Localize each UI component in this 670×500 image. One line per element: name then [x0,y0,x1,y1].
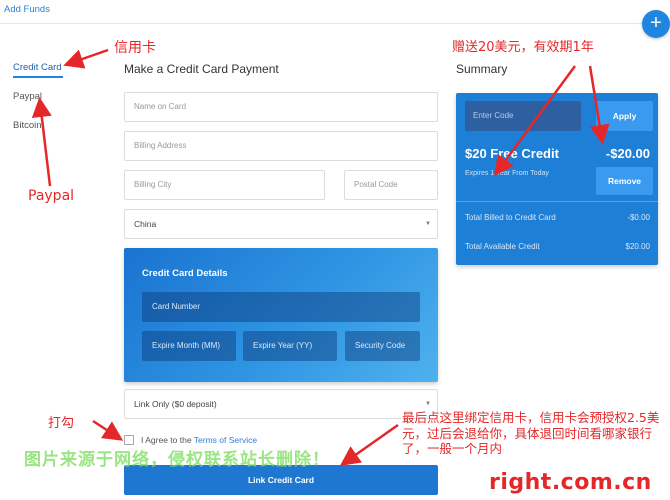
billing-city-input[interactable]: Billing City [124,170,325,200]
arrow-credit-card [63,48,109,69]
country-select-value: China [134,219,157,229]
sidebar-item-credit-card[interactable]: Credit Card [13,62,62,73]
arrow-paypal [31,97,52,187]
credit-expiry-text: Expires 1 Year From Today [465,170,549,177]
country-select[interactable]: China ▼ [124,209,438,239]
total-available-label: Total Available Credit [465,242,540,251]
sidebar-item-bitcoin[interactable]: Bitcoin [13,120,42,131]
arrow-checkbox [92,419,124,441]
card-number-input[interactable]: Card Number [142,292,420,322]
chevron-down-icon: ▼ [425,221,431,227]
card-details-title: Credit Card Details [142,268,228,279]
summary-divider [456,201,658,202]
security-code-input[interactable]: Security Code [345,331,420,361]
annotation-submit-note: 最后点这里绑定信用卡，信用卡会预授权2.5美元，过后会退给你，具体退回时间看哪家… [402,410,660,457]
credit-card-details-panel: Credit Card Details Card Number Expire M… [124,248,438,382]
arrow-submit [339,423,399,466]
free-credit-title: $20 Free Credit [465,146,559,161]
active-tab-indicator [13,76,63,78]
name-on-card-input[interactable]: Name on Card [124,92,438,122]
tab-add-funds[interactable]: Add Funds [4,4,50,15]
terms-of-service-link[interactable]: Terms of Service [194,435,257,445]
annotation-paypal: Paypal [28,188,75,204]
total-billed-value: -$0.00 [627,213,650,222]
deposit-select[interactable]: Link Only ($0 deposit) ▼ [124,389,438,419]
total-available-value: $20.00 [625,242,650,251]
form-title: Make a Credit Card Payment [124,62,279,76]
sidebar-item-paypal[interactable]: Paypal [13,91,42,102]
annotation-free-credit: 赠送20美元，有效期1年 [452,40,594,55]
terms-label: I Agree to the Terms of Service [141,435,257,445]
terms-prefix: I Agree to the [141,435,192,445]
summary-panel: Enter Code Apply $20 Free Credit -$20.00… [456,93,658,265]
apply-button[interactable]: Apply [596,101,653,131]
top-tab-bar: Add Funds [0,0,670,24]
free-credit-amount: -$20.00 [605,146,650,161]
site-watermark: right.com.cn [489,470,652,495]
add-button[interactable]: + [642,10,670,38]
total-billed-label: Total Billed to Credit Card [465,213,556,222]
watermark-text: 图片来源于网络，侵权联系站长删除！ [24,450,330,470]
annotation-check: 打勾 [48,416,75,431]
expire-month-input[interactable]: Expire Month (MM) [142,331,236,361]
annotation-credit-card: 信用卡 [114,40,156,56]
expire-year-input[interactable]: Expire Year (YY) [243,331,337,361]
deposit-select-value: Link Only ($0 deposit) [134,399,217,409]
billing-address-input[interactable]: Billing Address [124,131,438,161]
remove-button[interactable]: Remove [596,167,653,195]
promo-code-input[interactable]: Enter Code [465,101,581,131]
postal-code-input[interactable]: Postal Code [344,170,438,200]
summary-title: Summary [456,62,508,76]
terms-checkbox[interactable] [124,435,134,445]
